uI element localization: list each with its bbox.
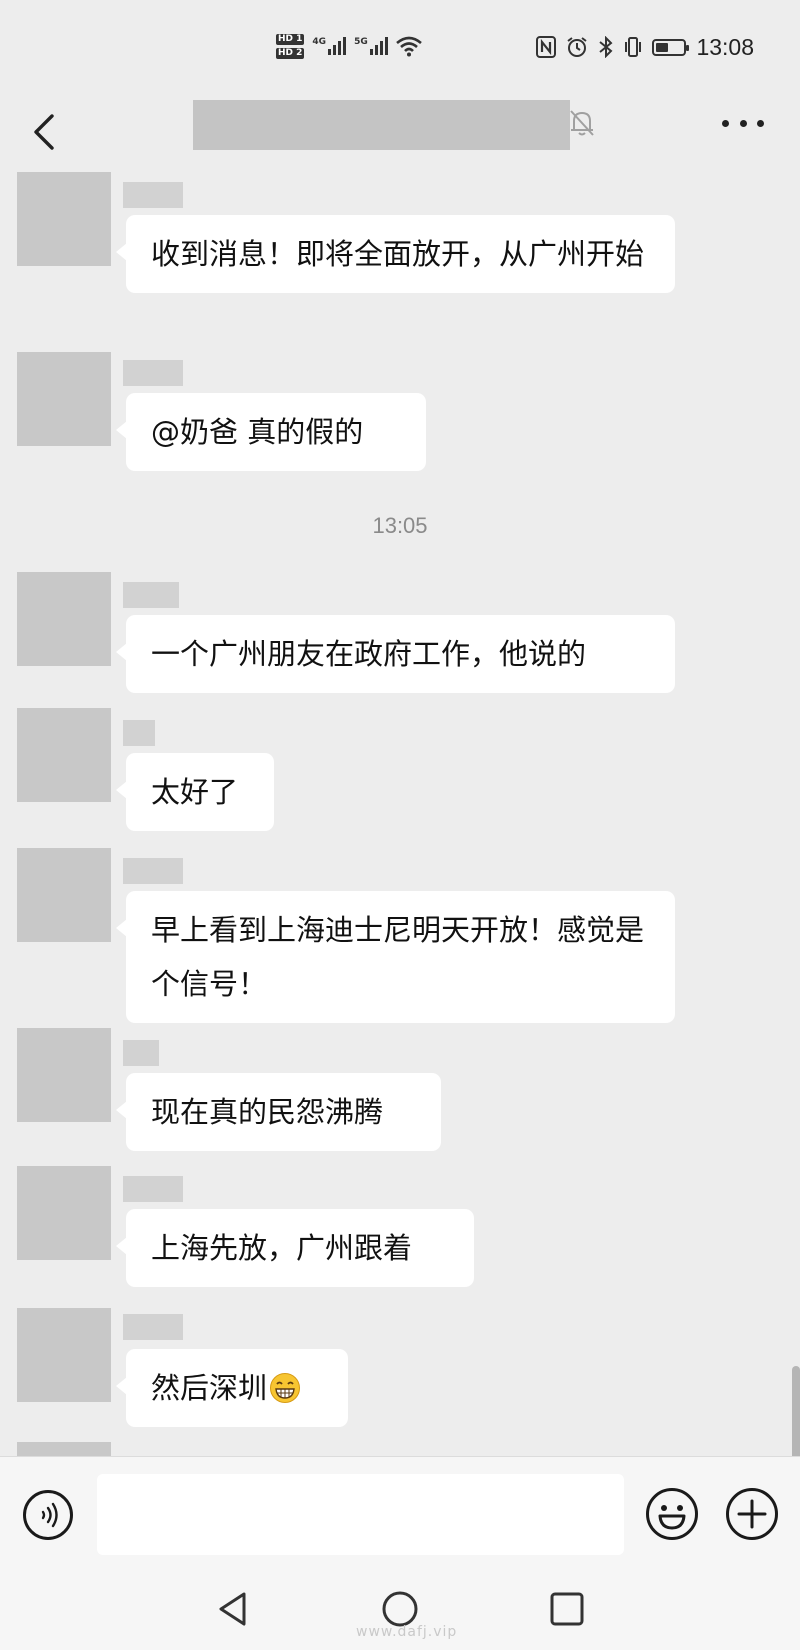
sender-name-redacted [123,582,179,608]
signal-group: HD 1 HD 2 4G 5G [276,26,422,66]
signal-5g-icon: 5G [354,37,388,55]
alarm-icon [567,37,588,57]
message-bubble[interactable]: 早上看到上海迪士尼明天开放！感觉是个信号！ [116,891,675,1023]
sender-name-redacted [123,360,183,386]
plus-circle-icon[interactable] [725,1487,779,1541]
avatar[interactable] [17,848,111,942]
nav-back-icon[interactable] [216,1590,250,1628]
avatar[interactable] [17,708,111,802]
avatar[interactable] [17,1166,111,1260]
nav-recent-icon[interactable] [549,1591,585,1627]
avatar[interactable] [17,1442,111,1456]
net2-label: 5G [354,37,368,47]
battery-level [656,42,669,52]
sender-name-redacted [123,182,183,208]
sender-name-redacted [123,1040,159,1066]
battery-icon [652,38,690,56]
message-bubble[interactable]: 太好了 [116,753,274,831]
signal-4g-icon: 4G [312,37,347,55]
message-bubble[interactable]: 收到消息！即将全面放开，从广州开始 [116,215,675,293]
sim2-badge: HD 2 [276,47,305,59]
smiley-icon[interactable] [645,1487,699,1541]
sim-badges: HD 1 HD 2 [276,33,305,59]
avatar[interactable] [17,1308,111,1402]
bell-off-icon [570,110,594,136]
message-bubble[interactable]: 现在真的民怨沸腾 [116,1073,441,1151]
sender-name-redacted [123,1314,183,1340]
sender-name-redacted [123,720,155,746]
message-bubble[interactable]: 上海先放，广州跟着 [116,1209,474,1287]
sender-name-redacted [123,858,183,884]
nfc-icon [536,36,557,58]
status-icons: 13:08 [536,30,754,64]
status-bar: HD 1 HD 2 4G 5G 13:08 [0,0,800,92]
message-list[interactable]: 收到消息！即将全面放开，从广州开始 @奶爸 真的假的 13:05 一个广州朋友在… [0,160,800,1456]
nav-home-icon[interactable] [381,1590,419,1628]
avatar[interactable] [17,572,111,666]
sender-name-redacted [123,1176,183,1202]
voice-icon[interactable] [22,1489,74,1541]
chat-title-redacted [193,100,570,150]
message-input[interactable] [97,1474,624,1555]
avatar[interactable] [17,172,111,266]
status-time: 13:08 [696,33,754,60]
message-text: 然后深圳 [151,1371,268,1405]
bluetooth-icon [599,36,613,58]
watermark-text: www.dafj.vip [356,1624,458,1640]
message-bubble[interactable]: @奶爸 真的假的 [116,393,426,471]
message-bubble[interactable]: 然后深圳 [116,1349,348,1427]
message-bubble[interactable]: 一个广州朋友在政府工作，他说的 [116,615,675,693]
chevron-left-icon[interactable] [26,110,66,154]
more-dots-icon[interactable] [722,112,764,134]
vibrate-icon [625,37,642,57]
wifi-icon [395,36,422,57]
avatar[interactable] [17,1028,111,1122]
system-nav-bar: www.dafj.vip [0,1574,800,1650]
sim1-badge: HD 1 [276,33,305,45]
scrollbar[interactable] [792,1366,800,1456]
net1-label: 4G [312,37,327,47]
chat-input-bar [0,1456,800,1575]
grin-emoji [270,1373,301,1403]
avatar[interactable] [17,352,111,446]
message-timestamp: 13:05 [372,513,428,538]
